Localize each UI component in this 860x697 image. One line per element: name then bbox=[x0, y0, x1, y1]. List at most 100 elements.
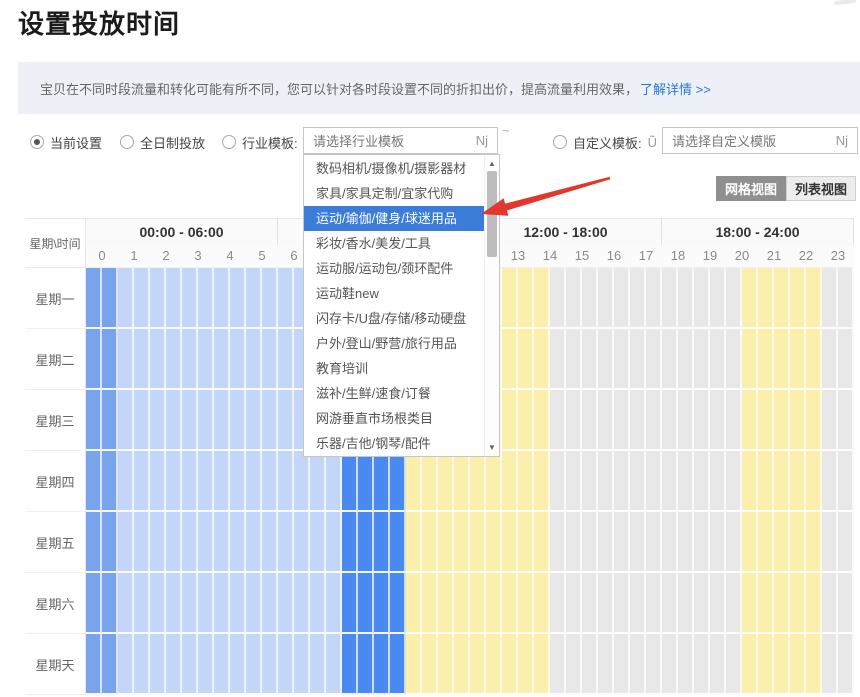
time-cell[interactable] bbox=[694, 329, 710, 390]
time-cell[interactable] bbox=[742, 512, 758, 573]
time-cell[interactable] bbox=[630, 451, 646, 512]
time-cell[interactable] bbox=[246, 329, 262, 390]
time-cell[interactable] bbox=[134, 634, 150, 695]
time-cell[interactable] bbox=[742, 329, 758, 390]
time-cell[interactable] bbox=[182, 329, 198, 390]
time-cell[interactable] bbox=[230, 268, 246, 329]
time-cell[interactable] bbox=[278, 329, 294, 390]
time-cell[interactable] bbox=[102, 634, 118, 695]
time-cell[interactable] bbox=[438, 451, 454, 512]
time-cell[interactable] bbox=[230, 329, 246, 390]
time-cell[interactable] bbox=[742, 451, 758, 512]
time-cell[interactable] bbox=[614, 634, 630, 695]
time-cell[interactable] bbox=[486, 512, 502, 573]
time-cell[interactable] bbox=[838, 268, 854, 329]
time-cell[interactable] bbox=[374, 573, 390, 634]
time-cell[interactable] bbox=[534, 634, 550, 695]
dropdown-item[interactable]: 闪存卡/U盘/存储/移动硬盘 bbox=[304, 306, 485, 331]
time-cell[interactable] bbox=[278, 573, 294, 634]
time-cell[interactable] bbox=[758, 634, 774, 695]
time-cell[interactable] bbox=[742, 268, 758, 329]
time-cell[interactable] bbox=[758, 268, 774, 329]
dropdown-item[interactable]: 数码相机/摄像机/摄影器材 bbox=[304, 156, 485, 181]
time-cell[interactable] bbox=[838, 573, 854, 634]
time-cell[interactable] bbox=[486, 573, 502, 634]
time-cell[interactable] bbox=[518, 268, 534, 329]
dropdown-item[interactable]: 运动鞋new bbox=[304, 281, 485, 306]
radio-current-setting[interactable]: 当前设置 bbox=[30, 130, 102, 154]
time-cell[interactable] bbox=[406, 634, 422, 695]
time-cell[interactable] bbox=[630, 390, 646, 451]
scroll-up-icon[interactable]: ▲ bbox=[485, 157, 499, 170]
time-cell[interactable] bbox=[134, 451, 150, 512]
time-cell[interactable] bbox=[678, 451, 694, 512]
time-cell[interactable] bbox=[566, 512, 582, 573]
time-cell[interactable] bbox=[262, 451, 278, 512]
time-cell[interactable] bbox=[694, 634, 710, 695]
time-cell[interactable] bbox=[406, 451, 422, 512]
time-cell[interactable] bbox=[198, 268, 214, 329]
time-cell[interactable] bbox=[166, 634, 182, 695]
time-cell[interactable] bbox=[166, 451, 182, 512]
time-cell[interactable] bbox=[566, 390, 582, 451]
time-cell[interactable] bbox=[534, 390, 550, 451]
time-cell[interactable] bbox=[230, 451, 246, 512]
time-cell[interactable] bbox=[790, 634, 806, 695]
time-cell[interactable] bbox=[662, 512, 678, 573]
time-cell[interactable] bbox=[198, 573, 214, 634]
radio-custom-template[interactable]: 自定义模板: Ũ bbox=[553, 130, 657, 154]
time-cell[interactable] bbox=[326, 573, 342, 634]
time-cell[interactable] bbox=[710, 390, 726, 451]
time-cell[interactable] bbox=[342, 573, 358, 634]
time-cell[interactable] bbox=[86, 634, 102, 695]
time-cell[interactable] bbox=[86, 329, 102, 390]
time-cell[interactable] bbox=[278, 268, 294, 329]
time-cell[interactable] bbox=[550, 451, 566, 512]
time-cell[interactable] bbox=[790, 573, 806, 634]
dropdown-item[interactable]: 滋补/生鲜/速食/订餐 bbox=[304, 381, 485, 406]
time-cell[interactable] bbox=[486, 634, 502, 695]
time-cell[interactable] bbox=[726, 451, 742, 512]
time-cell[interactable] bbox=[534, 451, 550, 512]
time-cell[interactable] bbox=[262, 573, 278, 634]
time-cell[interactable] bbox=[166, 268, 182, 329]
dropdown-item[interactable]: 户外/登山/野营/旅行用品 bbox=[304, 331, 485, 356]
time-cell[interactable] bbox=[246, 268, 262, 329]
time-cell[interactable] bbox=[134, 329, 150, 390]
time-cell[interactable] bbox=[150, 329, 166, 390]
time-cell[interactable] bbox=[758, 390, 774, 451]
time-cell[interactable] bbox=[358, 634, 374, 695]
time-cell[interactable] bbox=[582, 512, 598, 573]
custom-template-select[interactable]: 请选择自定义模版 Nj bbox=[662, 127, 858, 154]
time-cell[interactable] bbox=[246, 634, 262, 695]
time-cell[interactable] bbox=[518, 390, 534, 451]
time-cell[interactable] bbox=[294, 573, 310, 634]
time-cell[interactable] bbox=[262, 329, 278, 390]
time-cell[interactable] bbox=[550, 512, 566, 573]
time-cell[interactable] bbox=[182, 390, 198, 451]
time-cell[interactable] bbox=[454, 451, 470, 512]
time-cell[interactable] bbox=[246, 573, 262, 634]
time-cell[interactable] bbox=[518, 512, 534, 573]
time-cell[interactable] bbox=[86, 573, 102, 634]
time-cell[interactable] bbox=[166, 390, 182, 451]
radio-industry-template[interactable]: 行业模板: bbox=[222, 130, 298, 154]
dropdown-item[interactable]: 运动服/运动包/颈环配件 bbox=[304, 256, 485, 281]
time-cell[interactable] bbox=[822, 573, 838, 634]
time-cell[interactable] bbox=[150, 268, 166, 329]
time-cell[interactable] bbox=[710, 268, 726, 329]
time-cell[interactable] bbox=[662, 329, 678, 390]
time-cell[interactable] bbox=[438, 634, 454, 695]
time-cell[interactable] bbox=[726, 390, 742, 451]
time-cell[interactable] bbox=[102, 390, 118, 451]
time-cell[interactable] bbox=[566, 451, 582, 512]
dropdown-item[interactable]: 乐器/吉他/钢琴/配件 bbox=[304, 431, 485, 456]
time-cell[interactable] bbox=[166, 329, 182, 390]
time-cell[interactable] bbox=[134, 573, 150, 634]
time-cell[interactable] bbox=[646, 512, 662, 573]
time-cell[interactable] bbox=[150, 451, 166, 512]
time-cell[interactable] bbox=[134, 390, 150, 451]
time-cell[interactable] bbox=[838, 451, 854, 512]
time-cell[interactable] bbox=[182, 634, 198, 695]
time-cell[interactable] bbox=[470, 512, 486, 573]
